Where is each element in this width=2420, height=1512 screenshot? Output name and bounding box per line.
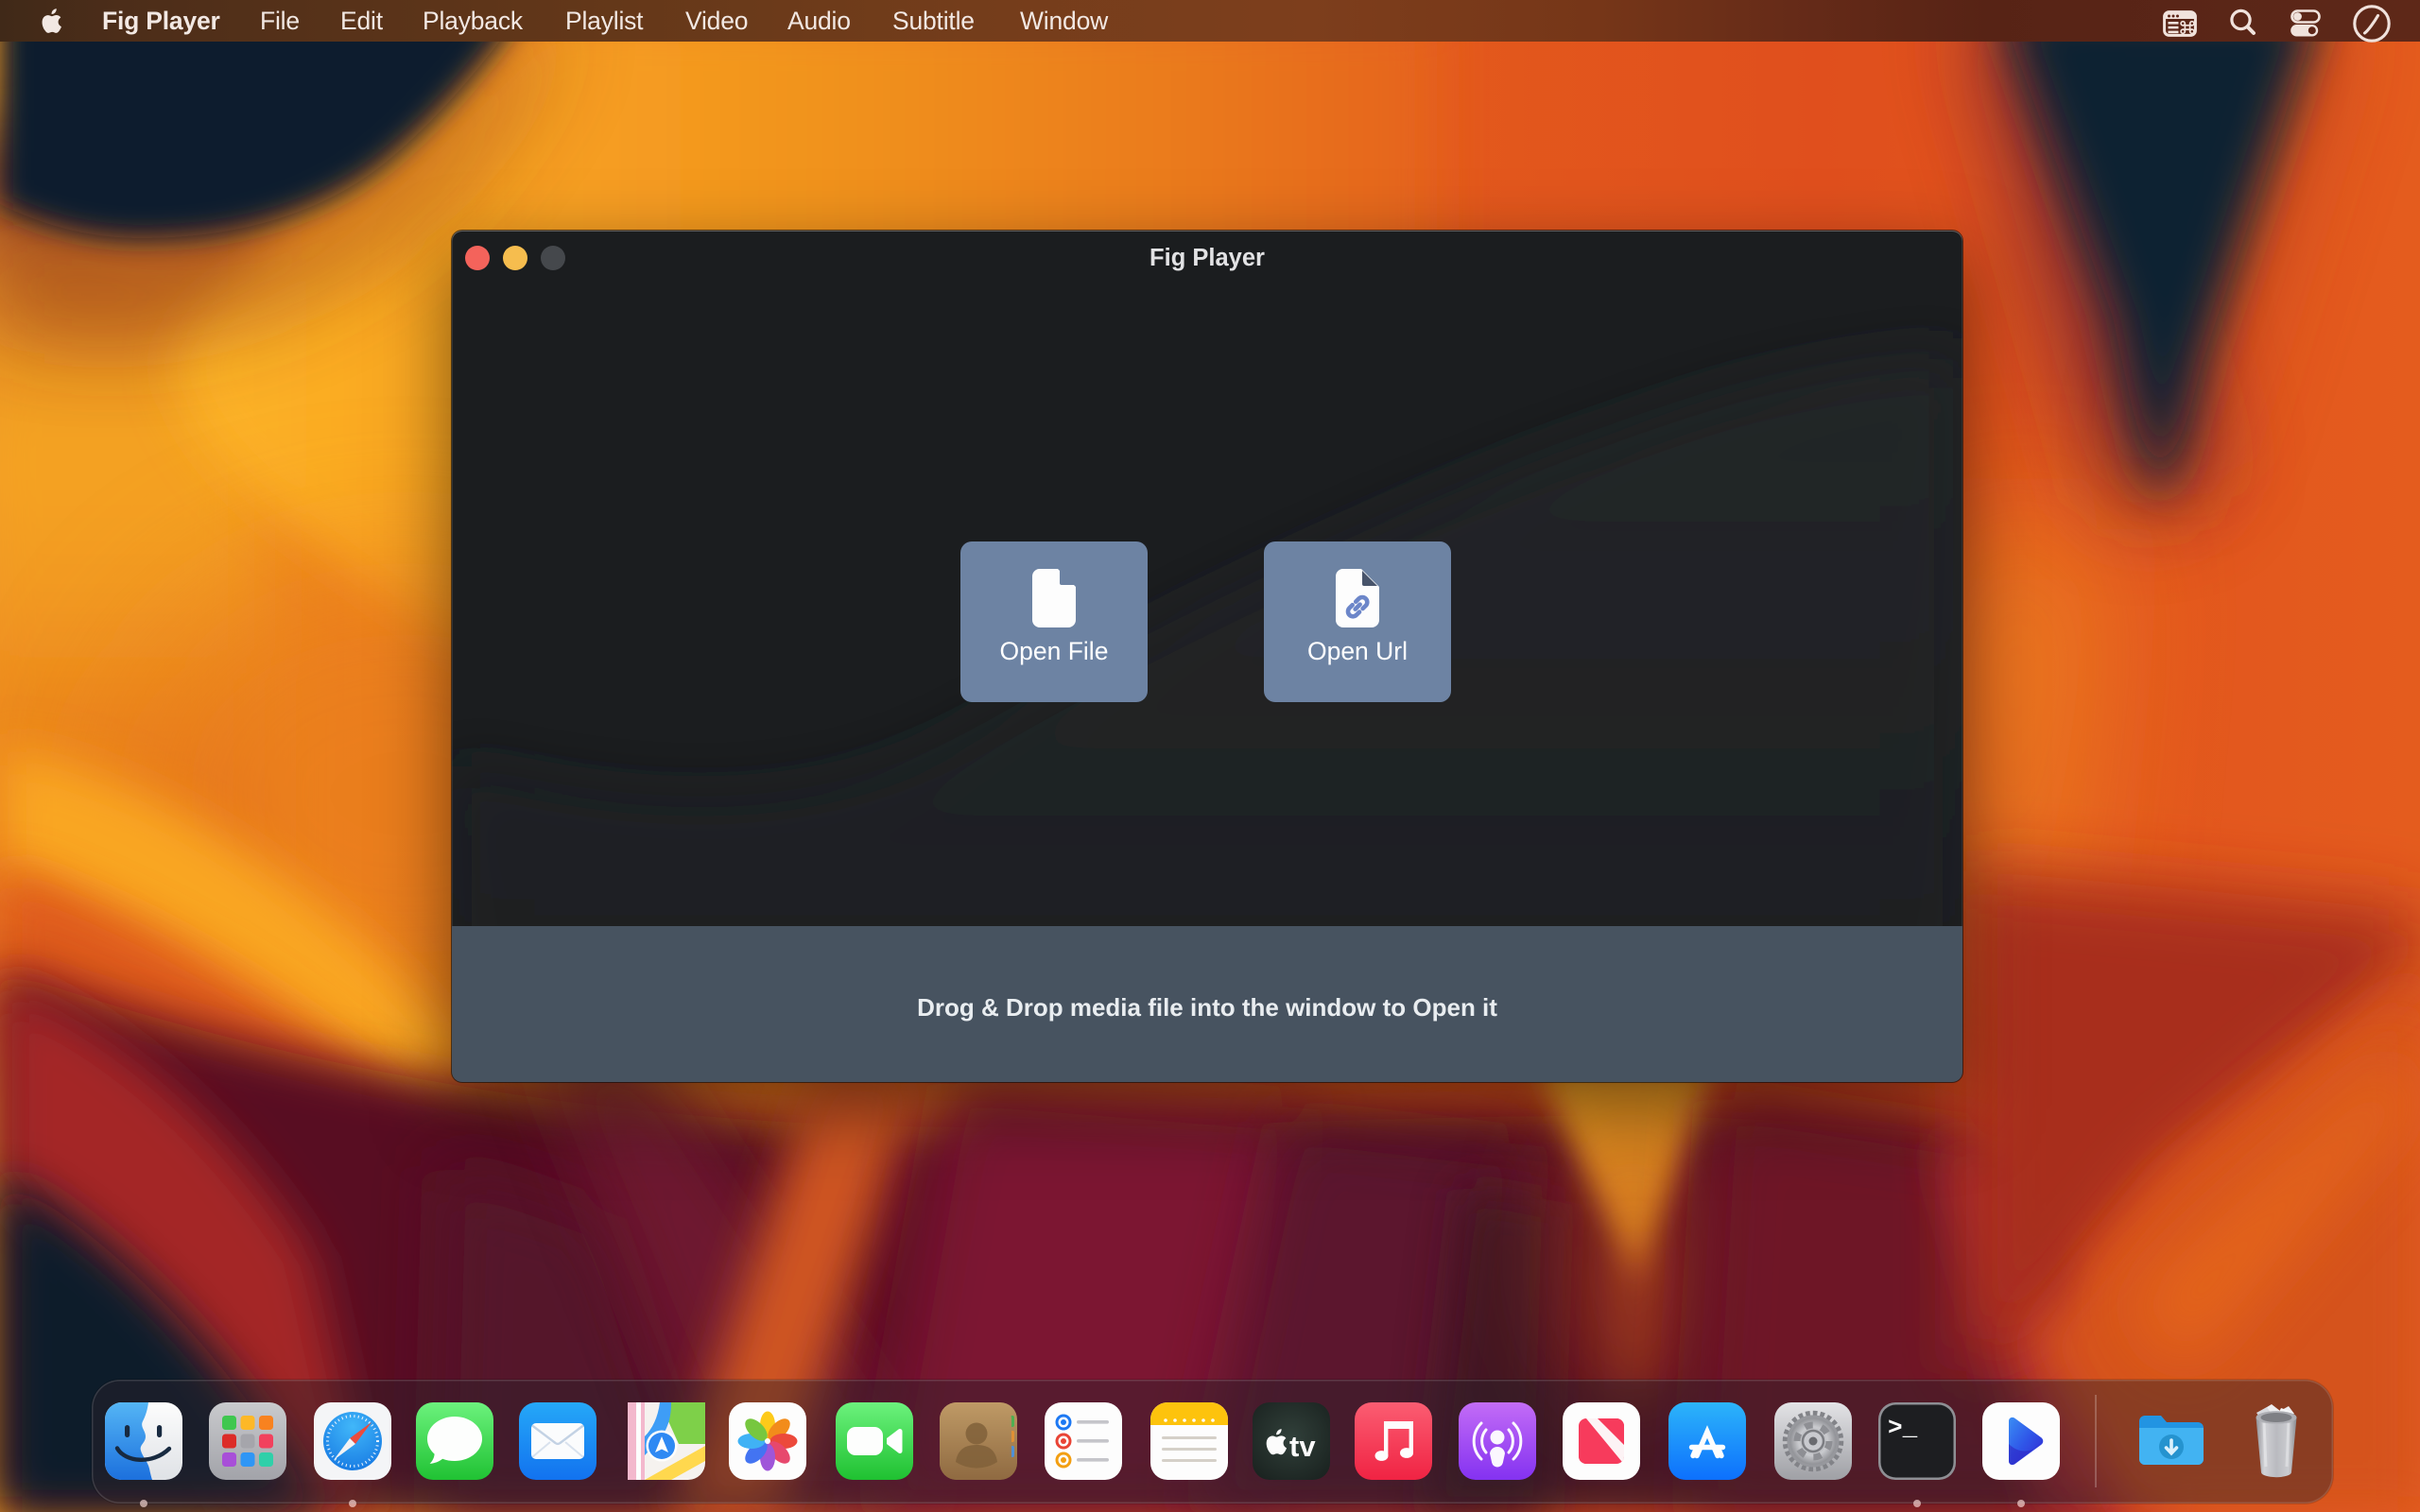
- svg-text:tv: tv: [1289, 1430, 1316, 1463]
- svg-text:>_: >_: [1888, 1414, 1918, 1442]
